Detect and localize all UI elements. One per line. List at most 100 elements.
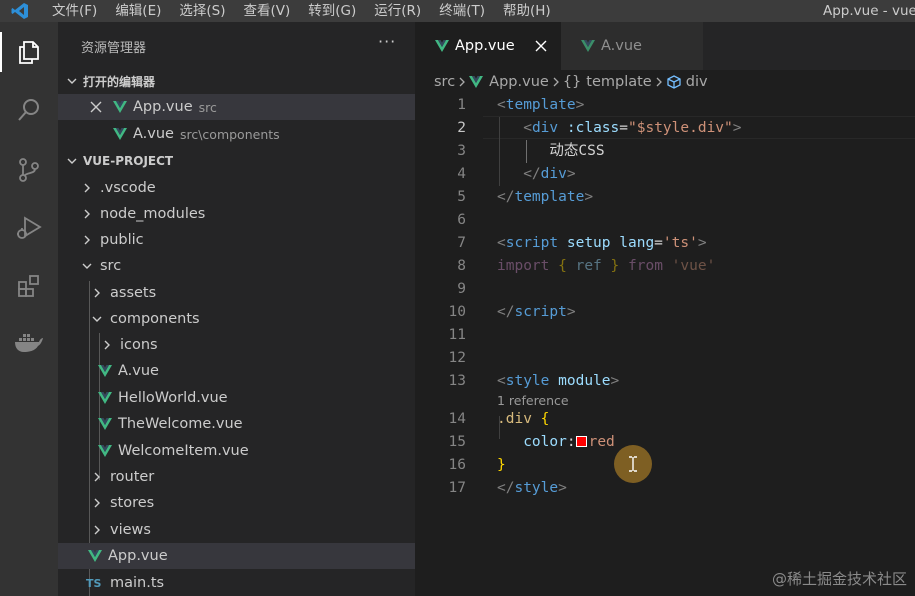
- tree-item-a-vue[interactable]: A.vue: [58, 358, 415, 384]
- line-number: 11: [448, 327, 466, 343]
- chevron-down-icon: [61, 155, 83, 167]
- code-line: color: red: [523, 434, 615, 450]
- codelens-references[interactable]: 1 reference: [497, 394, 569, 408]
- code-line: </template>: [497, 189, 594, 205]
- menu-edit[interactable]: 编辑(E): [106, 0, 170, 22]
- more-actions-icon[interactable]: ···: [378, 32, 396, 51]
- tree-item-helloworld-vue[interactable]: HelloWorld.vue: [58, 385, 415, 411]
- tree-item-label: A.vue: [118, 363, 159, 379]
- line-number: 4: [457, 166, 466, 182]
- tab-a-vue[interactable]: A.vue: [561, 22, 703, 70]
- tree-item-label: router: [110, 469, 155, 485]
- open-editor-item[interactable]: A.vue src\components: [58, 121, 415, 147]
- tree-item-thewelcome-vue[interactable]: TheWelcome.vue: [58, 411, 415, 437]
- tree-item-views[interactable]: views: [58, 517, 415, 543]
- editor-tab-bar: App.vue A.vue: [415, 22, 915, 70]
- chevron-right-icon: [84, 235, 90, 245]
- menu-file[interactable]: 文件(F): [40, 0, 106, 22]
- tree-item-src[interactable]: src: [58, 253, 415, 279]
- tree-item-vscode[interactable]: .vscode: [58, 175, 415, 201]
- vue-file-icon: [98, 392, 112, 404]
- tree-item-icons[interactable]: icons: [58, 332, 415, 358]
- tree-item-components[interactable]: components: [58, 306, 415, 332]
- chevron-right-icon: [94, 472, 100, 482]
- close-icon[interactable]: [534, 39, 548, 57]
- menu-terminal[interactable]: 终端(T): [430, 0, 494, 22]
- line-number: 6: [457, 212, 466, 228]
- line-number: 8: [457, 258, 466, 274]
- element-cube-icon: [666, 74, 682, 90]
- typescript-file-icon: TS: [86, 576, 102, 590]
- breadcrumb-section[interactable]: template: [586, 74, 651, 90]
- run-debug-icon[interactable]: [0, 204, 58, 252]
- open-editor-name: A.vue: [133, 126, 174, 142]
- source-control-icon[interactable]: [0, 146, 58, 194]
- menu-bar: 文件(F) 编辑(E) 选择(S) 查看(V) 转到(G) 运行(R) 终端(T…: [40, 0, 560, 22]
- tree-item-label: App.vue: [108, 548, 168, 564]
- line-number: 3: [457, 143, 466, 159]
- extensions-icon[interactable]: [0, 262, 58, 310]
- tree-item-label: public: [100, 232, 144, 248]
- menu-run[interactable]: 运行(R): [365, 0, 430, 22]
- docker-icon[interactable]: [0, 318, 58, 366]
- breadcrumb-folder[interactable]: src: [434, 74, 455, 90]
- tree-item-app-vue[interactable]: App.vue: [58, 543, 415, 569]
- menu-selection[interactable]: 选择(S): [170, 0, 234, 22]
- search-icon[interactable]: [0, 86, 58, 134]
- chevron-right-icon: [94, 288, 100, 298]
- breadcrumb-file[interactable]: App.vue: [489, 74, 549, 90]
- tree-item-label: views: [110, 522, 151, 538]
- line-number: 2: [457, 120, 466, 136]
- line-number: 9: [457, 281, 466, 297]
- tree-item-label: node_modules: [100, 206, 206, 222]
- vue-file-icon: [88, 550, 102, 562]
- breadcrumb-element[interactable]: div: [686, 74, 708, 90]
- code-line: .div {: [497, 411, 550, 427]
- code-line: <style module>: [497, 373, 620, 389]
- code-line: </div>: [523, 166, 576, 182]
- tree-item-label: main.ts: [110, 575, 165, 591]
- tree-item-label: WelcomeItem.vue: [118, 443, 249, 459]
- code-line: 动态CSS: [549, 143, 605, 159]
- title-bar: 文件(F) 编辑(E) 选择(S) 查看(V) 转到(G) 运行(R) 终端(T…: [0, 0, 915, 22]
- vue-file-icon: [113, 128, 127, 140]
- menu-go[interactable]: 转到(G): [299, 0, 365, 22]
- tree-item-stores[interactable]: stores: [58, 490, 415, 516]
- line-number: 5: [457, 189, 466, 205]
- tree-item-assets[interactable]: assets: [58, 280, 415, 306]
- open-editors-label: 打开的编辑器: [83, 74, 156, 89]
- color-swatch[interactable]: [575, 436, 587, 447]
- open-editors-section[interactable]: 打开的编辑器: [58, 70, 415, 92]
- window-title: App.vue - vue-: [823, 3, 915, 19]
- code-line: </script>: [497, 304, 576, 320]
- tab-app-vue[interactable]: App.vue: [415, 22, 561, 70]
- tree-item-welcomeitem-vue[interactable]: WelcomeItem.vue: [58, 438, 415, 464]
- chevron-down-icon: [92, 316, 102, 322]
- tree-item-public[interactable]: public: [58, 227, 415, 253]
- menu-view[interactable]: 查看(V): [235, 0, 300, 22]
- code-editor[interactable]: 1 2 3 4 5 6 7 8 9 10 11 12 13 14 15 16 1…: [415, 94, 915, 596]
- open-editor-item[interactable]: App.vue src: [58, 94, 415, 120]
- line-number: 1: [457, 97, 466, 113]
- chevron-right-icon: [104, 340, 110, 350]
- tree-item-main-ts[interactable]: TS main.ts: [58, 570, 415, 596]
- tab-label: App.vue: [455, 38, 515, 54]
- open-editor-name: App.vue: [133, 99, 193, 115]
- code-line: import { ref } from 'vue': [497, 258, 716, 274]
- braces-icon: {}: [562, 74, 582, 90]
- close-icon[interactable]: [89, 100, 103, 114]
- vue-file-icon: [113, 101, 127, 113]
- files-icon[interactable]: [0, 28, 58, 76]
- tree-item-label: components: [110, 311, 200, 327]
- breadcrumb: src App.vue {} template div: [415, 70, 915, 94]
- project-section[interactable]: VUE-PROJECT: [58, 150, 415, 172]
- open-editor-path: src: [198, 99, 217, 115]
- menu-help[interactable]: 帮助(H): [494, 0, 560, 22]
- explorer-title: 资源管理器: [81, 41, 147, 56]
- project-label: VUE-PROJECT: [83, 154, 174, 168]
- code-line: }: [497, 457, 506, 473]
- tree-item-router[interactable]: router: [58, 464, 415, 490]
- chevron-right-icon: [455, 76, 469, 88]
- tree-item-node-modules[interactable]: node_modules: [58, 201, 415, 227]
- chevron-right-icon: [549, 76, 563, 88]
